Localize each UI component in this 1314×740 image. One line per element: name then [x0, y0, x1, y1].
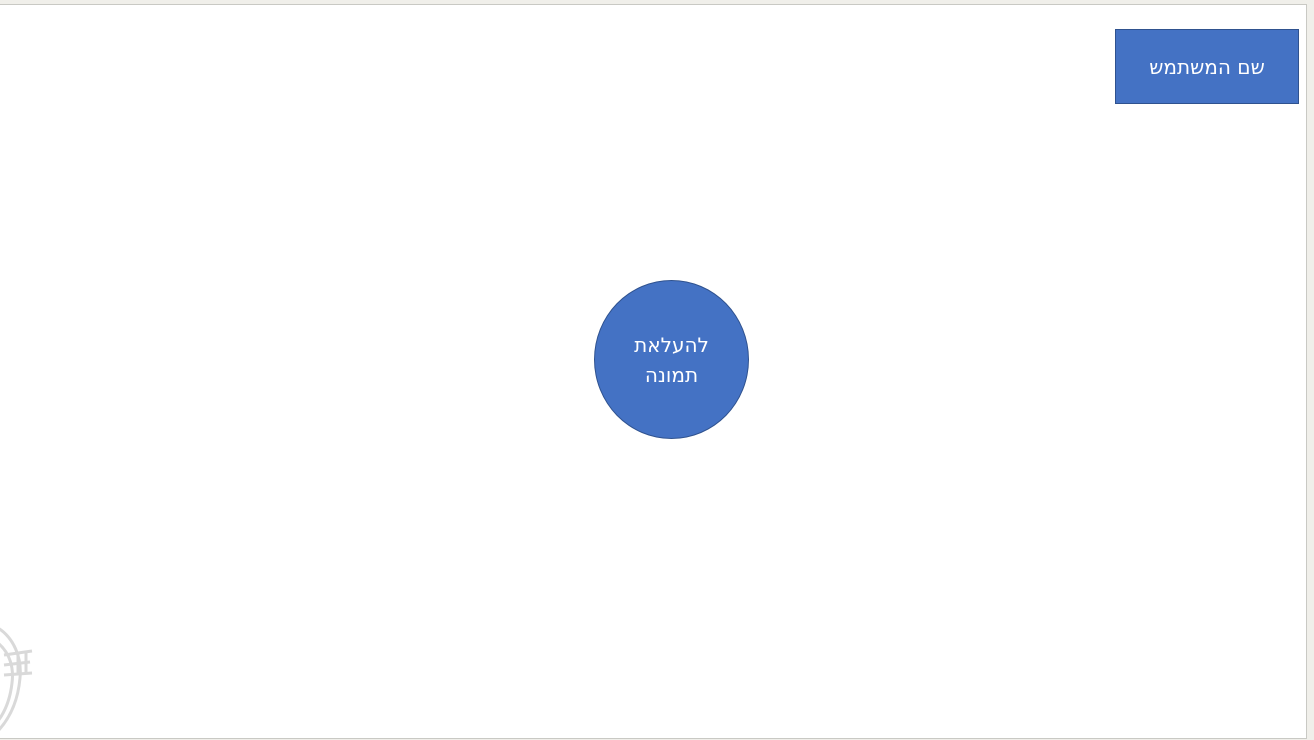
username-label: שם המשתמש	[1149, 54, 1265, 79]
username-button[interactable]: שם המשתמש	[1115, 29, 1299, 104]
logo-watermark-icon	[0, 627, 33, 731]
app-window: שם המשתמש להעלאת תמונה	[0, 0, 1314, 740]
upload-image-label: להעלאת תמונה	[634, 332, 709, 387]
upload-image-button[interactable]: להעלאת תמונה	[594, 280, 749, 439]
slide-canvas: שם המשתמש להעלאת תמונה	[0, 4, 1307, 739]
